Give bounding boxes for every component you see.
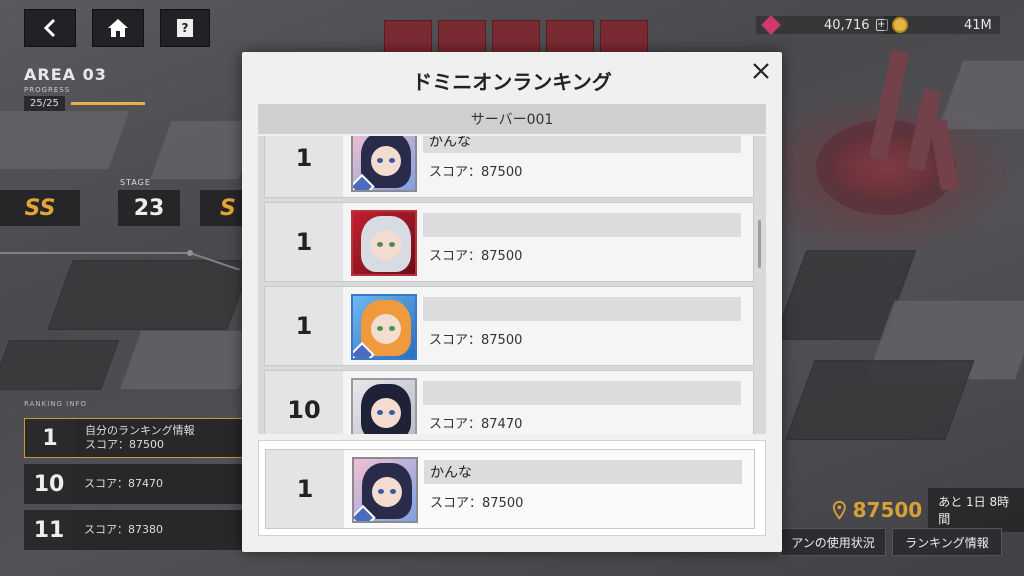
- ranking-info-row-self[interactable]: 1 自分のランキング情報 スコア：87500: [24, 418, 244, 458]
- ranking-modal: ドミニオンランキング サーバー001 1 かんな スコア：87500 1 スコア…: [242, 52, 782, 552]
- gem-amount: 40,716: [824, 17, 870, 33]
- stage-rank-badge: SS: [0, 190, 80, 226]
- close-icon: [753, 63, 769, 79]
- entry-rank: 1: [265, 136, 343, 197]
- back-button[interactable]: [24, 9, 76, 47]
- entry-name: かんな: [423, 136, 741, 153]
- close-button[interactable]: [748, 58, 774, 84]
- ranking-info-rank: 1: [25, 419, 75, 457]
- gem-icon: [761, 15, 781, 35]
- help-button[interactable]: ?: [160, 9, 210, 47]
- chevron-left-icon: [43, 18, 56, 38]
- entry-score: スコア：87500: [429, 249, 523, 264]
- entry-rank: 1: [265, 203, 343, 281]
- ranking-entry[interactable]: 1 かんな スコア：87500: [264, 136, 754, 198]
- ranking-info-score: スコア：87470: [84, 476, 163, 490]
- ranking-info-button[interactable]: ランキング情報: [892, 528, 1002, 556]
- home-button[interactable]: [92, 9, 144, 47]
- scrollbar-thumb[interactable]: [758, 220, 761, 268]
- location-pin-icon: [832, 500, 846, 520]
- progress-bar: [70, 102, 145, 105]
- entry-score: スコア：87500: [430, 496, 524, 511]
- avatar: [351, 136, 417, 192]
- entry-name: [423, 213, 741, 237]
- current-score: 87500: [852, 498, 923, 522]
- modal-title: ドミニオンランキング: [412, 70, 612, 94]
- ranking-info-score: スコア：87500: [85, 438, 164, 451]
- ranking-info-row[interactable]: 11 スコア：87380: [24, 510, 244, 550]
- entry-name: [423, 381, 741, 405]
- ranking-info-panel: RANKING INFO: [24, 400, 87, 411]
- entry-rank: 10: [265, 371, 343, 434]
- avatar: [351, 210, 417, 276]
- progress-fill: [70, 102, 145, 105]
- ranking-info-label: RANKING INFO: [24, 400, 87, 408]
- server-tab[interactable]: サーバー001: [258, 104, 766, 134]
- gem-counter: 40,716 +: [756, 15, 896, 35]
- entry-rank: 1: [266, 450, 344, 528]
- entry-rank: 1: [265, 287, 343, 365]
- entry-score: スコア：87500: [429, 165, 523, 180]
- ranking-entry[interactable]: 10 スコア：87470: [264, 370, 754, 434]
- coin-icon: [892, 17, 908, 33]
- ranking-info-score: スコア：87380: [84, 522, 163, 536]
- home-icon: [108, 19, 128, 37]
- my-ranking-entry[interactable]: 1 かんな スコア：87500: [265, 449, 755, 529]
- ranking-info-rank: 10: [24, 464, 74, 504]
- bottom-score: 87500 あと 1日 8時間: [832, 488, 1024, 532]
- avatar: [352, 457, 418, 523]
- area-title: AREA 03: [24, 65, 107, 84]
- coin-amount: 41M: [964, 17, 992, 33]
- usage-status-button[interactable]: アンの使用状況: [780, 528, 886, 556]
- ranking-info-rank: 11: [24, 510, 74, 550]
- entry-name: [423, 297, 741, 321]
- my-ranking-panel: 1 かんな スコア：87500: [258, 440, 766, 536]
- avatar: [351, 378, 417, 434]
- ranking-list[interactable]: 1 かんな スコア：87500 1 スコア：87500 1 スコア：87500 …: [258, 136, 766, 434]
- entry-score: スコア：87500: [429, 333, 523, 348]
- ranking-entry[interactable]: 1 スコア：87500: [264, 286, 754, 366]
- ranking-info-row[interactable]: 10 スコア：87470: [24, 464, 244, 504]
- stage-number: 23: [118, 190, 180, 226]
- entry-name: かんな: [424, 460, 742, 484]
- area-panel: AREA 03 PROGRESS 25/25: [24, 65, 184, 111]
- help-icon: ?: [177, 19, 193, 37]
- list-scrollbar[interactable]: [757, 136, 763, 434]
- stage-label: STAGE: [120, 178, 151, 187]
- progress-label: PROGRESS: [24, 86, 71, 94]
- ranking-entry[interactable]: 1 スコア：87500: [264, 202, 754, 282]
- entry-score: スコア：87470: [429, 417, 523, 432]
- time-remaining: あと 1日 8時間: [928, 488, 1024, 532]
- stage-rank-badge-next: S: [200, 190, 244, 226]
- coin-counter: 41M: [884, 16, 1000, 34]
- progress-value: 25/25: [24, 96, 65, 111]
- ranking-info-title: 自分のランキング情報: [85, 423, 195, 437]
- avatar: [351, 294, 417, 360]
